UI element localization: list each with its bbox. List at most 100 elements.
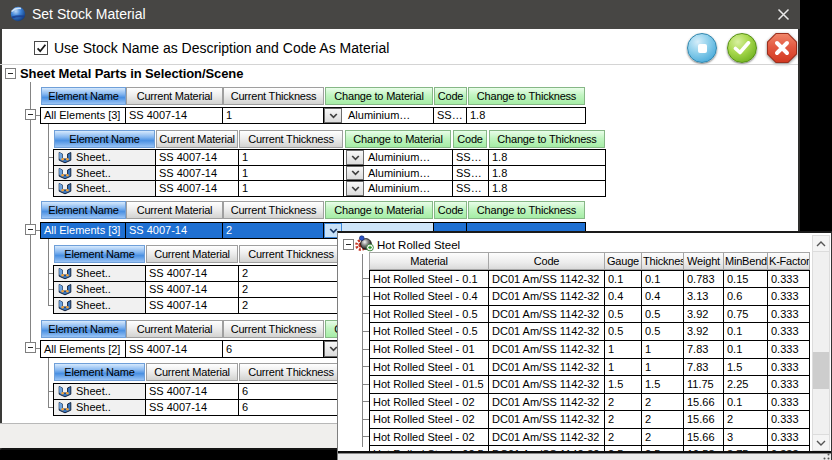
group1-element1-row-cell-code: SS…	[452, 149, 489, 166]
sheet-part-icon	[58, 267, 72, 280]
group2-elements-header-col-2[interactable]: Current Thickness	[239, 245, 343, 263]
chevron-down-icon	[329, 113, 338, 119]
group1-row-cell-code: SS…	[433, 107, 467, 124]
group2-elements-header-col-0[interactable]: Element Name	[54, 245, 145, 263]
popup-header-col-0[interactable]: Material	[369, 252, 489, 270]
popup-header-col-2[interactable]: Gauge	[604, 252, 642, 270]
group2-element2-row-cell-current_thickness: 2	[238, 281, 344, 298]
group1-element2-row-cell-change_to_thickness: 1.8	[488, 165, 606, 181]
group1-elements-header-col-3[interactable]: Change to Material	[345, 130, 451, 148]
group1-element3-row-material-dropdown-button[interactable]	[346, 181, 364, 196]
group1-element1-row-cell-change_to_thickness: 1.8	[488, 149, 606, 166]
group1-elements-header-col-5[interactable]: Change to Thickness	[489, 130, 605, 148]
group2-header-col-0[interactable]: Element Name	[41, 201, 126, 219]
group2-header-col-1[interactable]: Current Material	[126, 201, 223, 219]
popup-header-col-1[interactable]: Code	[488, 252, 605, 270]
group2-header-col-2[interactable]: Current Thickness	[223, 201, 324, 219]
group1-element3-row-cell-name: Sheet..	[53, 180, 156, 197]
popup-scrollbar[interactable]	[812, 235, 830, 451]
ok-button[interactable]	[727, 33, 757, 63]
tree-root-label: Sheet Metal Parts in Selection/Scene	[20, 66, 243, 81]
group1-elements-header-col-1[interactable]: Current Material	[156, 130, 238, 148]
group1-header-col-5[interactable]: Change to Thickness	[468, 87, 585, 105]
popup-row4-cell-4: 3.92	[683, 322, 724, 341]
popup-row1-cell-2: 0.1	[604, 270, 642, 288]
popup-header-col-5[interactable]: MinBend	[723, 252, 768, 270]
group2-header-col-5[interactable]: Change to Thickness	[468, 201, 585, 219]
use-stock-name-checkbox-label: Use Stock Name as Description and Code A…	[54, 40, 389, 56]
root-expander[interactable]	[5, 68, 16, 79]
group1-elements-header-col-2[interactable]: Current Thickness	[239, 130, 343, 148]
popup-row1-cell-3: 0.1	[641, 270, 684, 288]
popup-row8-cell-4: 15.66	[683, 393, 724, 411]
popup-row7-cell-0[interactable]: Hot Rolled Steel - 01.5	[369, 375, 489, 394]
popup-row1-cell-0[interactable]: Hot Rolled Steel - 0.1	[369, 270, 489, 288]
group1-row-cell-name: All Elements [3]	[40, 107, 126, 124]
group3-header-col-2[interactable]: Current Thickness	[223, 320, 324, 338]
popup-row9-cell-0[interactable]: Hot Rolled Steel - 02	[369, 410, 489, 429]
popup-row6-cell-0[interactable]: Hot Rolled Steel - 01	[369, 358, 489, 376]
title-bar[interactable]: Set Stock Material	[0, 0, 800, 29]
group2-elements-header-col-1[interactable]: Current Material	[146, 245, 238, 263]
group1-header-col-0[interactable]: Element Name	[41, 87, 126, 105]
popup-row10-cell-0[interactable]: Hot Rolled Steel - 02	[369, 428, 489, 446]
group2-expander[interactable]	[25, 224, 36, 235]
popup-row5-cell-0[interactable]: Hot Rolled Steel - 01	[369, 340, 489, 359]
group1-header-col-4[interactable]: Code	[434, 87, 467, 105]
sheet-part-icon	[58, 385, 72, 398]
group3-elements-header-col-0[interactable]: Element Name	[54, 363, 145, 381]
popup-row2-cell-5: 0.6	[723, 287, 768, 306]
popup-header-col-3[interactable]: Thickness	[641, 252, 684, 270]
group1-row-material-dropdown-button[interactable]	[324, 108, 342, 123]
popup-resize-strip[interactable]	[338, 453, 832, 460]
popup-row4-cell-0[interactable]: Hot Rolled Steel - 0.5	[369, 322, 489, 341]
group1-elements-header-col-0[interactable]: Element Name	[54, 130, 155, 148]
use-stock-name-checkbox[interactable]	[34, 41, 48, 55]
checkmark-icon	[36, 43, 47, 54]
popup-row8-cell-6: 0.333	[767, 393, 810, 411]
group3-header-col-0[interactable]: Element Name	[41, 320, 126, 338]
chevron-down-icon	[351, 186, 360, 192]
resize-grip-icon[interactable]	[820, 453, 830, 460]
popup-row4-cell-6: 0.333	[767, 322, 810, 341]
popup-row1-cell-1: DC01 Am/SS 1142-32	[488, 270, 605, 288]
group1-row-cell-current_material: SS 4007-14	[125, 107, 223, 124]
close-button[interactable]	[770, 4, 796, 25]
group3-element1-row-cell-name: Sheet..	[53, 383, 146, 400]
group1-expander[interactable]	[25, 109, 36, 120]
popup-row8-cell-0[interactable]: Hot Rolled Steel - 02	[369, 393, 489, 411]
pause-button[interactable]	[687, 33, 717, 63]
popup-row10-cell-4: 15.66	[683, 428, 724, 446]
group2-header-col-3[interactable]: Change to Material	[325, 201, 433, 219]
group1-element1-row-material-dropdown-button[interactable]	[346, 150, 364, 165]
popup-node-label[interactable]: Hot Rolled Steel	[377, 237, 502, 252]
group1-header-col-2[interactable]: Current Thickness	[223, 87, 324, 105]
popup-row10-cell-6: 0.333	[767, 428, 810, 446]
scroll-up-button[interactable]	[812, 235, 830, 252]
popup-node-expander[interactable]	[343, 239, 354, 250]
octagon-inner-shape	[768, 34, 796, 62]
group1-header-col-1[interactable]: Current Material	[126, 87, 223, 105]
cancel-button[interactable]	[767, 33, 797, 63]
popup-row9-cell-5: 2	[723, 410, 768, 429]
group3-expander[interactable]	[25, 342, 36, 353]
popup-row5-cell-1: DC01 Am/SS 1142-32	[488, 340, 605, 359]
group3-header-col-1[interactable]: Current Material	[126, 320, 223, 338]
popup-row10-cell-2: 2	[604, 428, 642, 446]
group3-element1-row-label: Sheet..	[76, 384, 111, 399]
group1-header-col-3[interactable]: Change to Material	[325, 87, 433, 105]
group1-elements-header-col-4[interactable]: Code	[453, 130, 487, 148]
scroll-thumb[interactable]	[813, 352, 829, 389]
popup-row6-cell-3: 1	[641, 358, 684, 376]
group3-element1-row-cell-current_material: SS 4007-14	[145, 383, 239, 400]
popup-row2-cell-0[interactable]: Hot Rolled Steel - 0.4	[369, 287, 489, 306]
group3-elements-header-col-2[interactable]: Current Thickness	[239, 363, 343, 381]
popup-header-col-4[interactable]: Weight	[683, 252, 724, 270]
scroll-down-button[interactable]	[812, 434, 830, 451]
group2-header-col-4[interactable]: Code	[434, 201, 467, 219]
group1-element2-row-material-dropdown-button[interactable]	[346, 166, 364, 180]
popup-header-col-6[interactable]: K-Factor	[767, 252, 810, 270]
popup-row10-cell-3: 2	[641, 428, 684, 446]
popup-row3-cell-0[interactable]: Hot Rolled Steel - 0.5	[369, 305, 489, 323]
group3-elements-header-col-1[interactable]: Current Material	[146, 363, 238, 381]
